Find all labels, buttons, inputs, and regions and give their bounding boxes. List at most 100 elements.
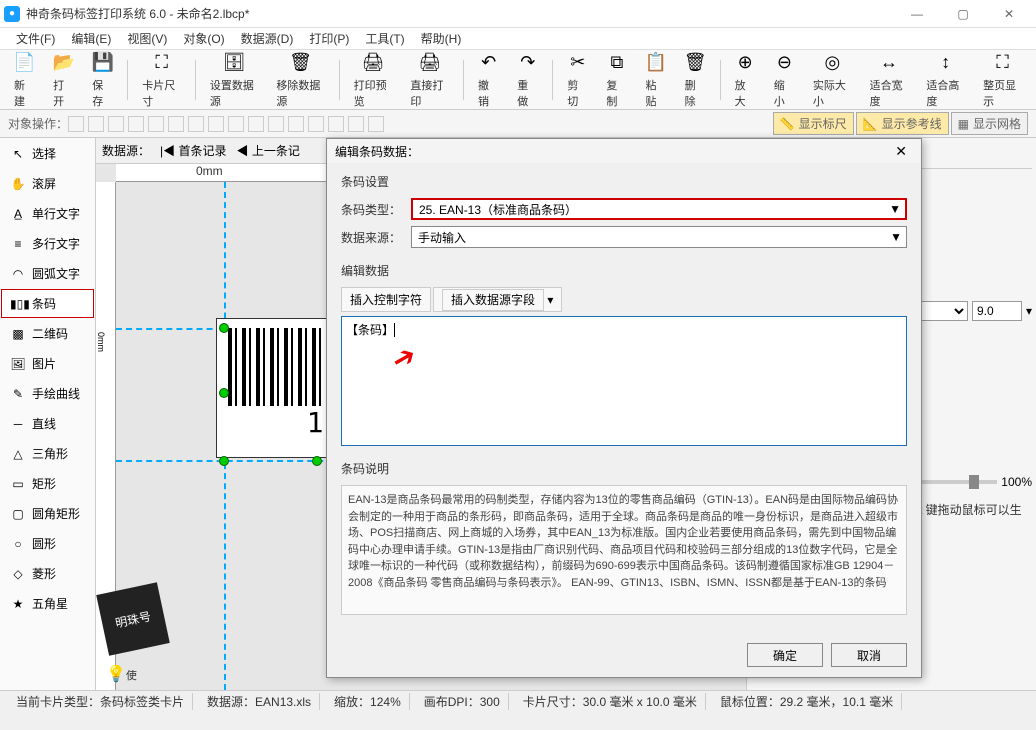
tool-icon: ≡: [10, 237, 26, 251]
toolbar-保存[interactable]: 💾保存: [84, 49, 121, 111]
insert-field-button[interactable]: 插入数据源字段 ▾: [433, 287, 562, 312]
toolbar-icon: ↶: [477, 51, 501, 75]
toggle-显示网格[interactable]: ▦显示网格: [951, 112, 1028, 135]
ok-button[interactable]: 确定: [747, 643, 823, 667]
tool-icon: △: [10, 447, 26, 461]
toolbar-放大[interactable]: ⊕放大: [727, 49, 764, 111]
selection-handle[interactable]: [219, 323, 229, 333]
barcode-type-combo[interactable]: 25. EAN-13（标准商品条码）▼: [411, 198, 907, 220]
close-button[interactable]: ✕: [986, 0, 1032, 28]
tip-bulb-icon[interactable]: 💡使: [106, 664, 137, 684]
toolbar-卡片尺寸[interactable]: ⛶卡片尺寸: [134, 49, 189, 111]
toolbar-设置数据源[interactable]: 🗄设置数据源: [202, 49, 266, 111]
toggle-icon: ▦: [958, 117, 969, 131]
toolbar-删除[interactable]: 🗑删除: [677, 49, 714, 111]
tool-圆角矩形[interactable]: ▢圆角矩形: [1, 499, 94, 528]
tool-icon: ◇: [10, 567, 26, 581]
tool-icon: ▩: [10, 327, 26, 341]
insert-control-char-button[interactable]: 插入控制字符: [341, 287, 431, 312]
tool-圆形[interactable]: ○圆形: [1, 529, 94, 558]
toolbar-复制[interactable]: ⧉复制: [598, 49, 635, 111]
toolbar-打开[interactable]: 📂打开: [45, 49, 82, 111]
toolbar-整页显示[interactable]: ⛶整页显示: [975, 49, 1030, 111]
toolbar-新建[interactable]: 📄新建: [6, 49, 43, 111]
toolbar-重做[interactable]: ↷重做: [509, 49, 546, 111]
toolbar-icon: ◎: [820, 51, 844, 75]
tool-icon: ✋: [10, 177, 26, 191]
group-edit-data: 编辑数据: [341, 262, 907, 279]
edit-barcode-dialog: 编辑条码数据： ✕ 条码设置 条码类型： 25. EAN-13（标准商品条码）▼…: [326, 138, 922, 678]
cancel-button[interactable]: 取消: [831, 643, 907, 667]
tool-直线[interactable]: ─直线: [1, 409, 94, 438]
first-record-button[interactable]: |◀ 首条记录: [160, 142, 226, 159]
toolbar-撤销[interactable]: ↶撤销: [470, 49, 507, 111]
tool-icon: ○: [10, 537, 26, 551]
status-bar: 当前卡片类型：条码标签类卡片 数据源：EAN13.xls 缩放：124% 画布D…: [0, 690, 1036, 712]
selection-handle[interactable]: [312, 456, 322, 466]
dialog-close-button[interactable]: ✕: [889, 143, 913, 160]
menu-item[interactable]: 工具(T): [357, 28, 412, 49]
toolbar-打印预览[interactable]: 🖨打印预览: [346, 49, 401, 111]
window-title: 神奇条码标签打印系统 6.0 - 未命名2.lbcp*: [26, 5, 894, 22]
tool-滚屏[interactable]: ✋滚屏: [1, 169, 94, 198]
font-size-input[interactable]: [972, 301, 1022, 321]
toolbar-icon: ⧉: [605, 51, 629, 75]
toolbar-适合高度[interactable]: ↕适合高度: [918, 49, 973, 111]
tool-tray: ↖选择✋滚屏A̲单行文字≡多行文字◠圆弧文字▮▯▮条码▩二维码🖼图片✎手绘曲线─…: [0, 138, 96, 690]
prev-record-button[interactable]: ◀ 上一条记: [236, 142, 299, 159]
toolbar-icon: 🖨: [418, 51, 442, 75]
status-card-type: 当前卡片类型：条码标签类卡片: [8, 693, 193, 710]
minimize-button[interactable]: —: [894, 0, 940, 28]
title-bar: ● 神奇条码标签打印系统 6.0 - 未命名2.lbcp* — ▢ ✕: [0, 0, 1036, 28]
selection-handle[interactable]: [219, 456, 229, 466]
tool-选择[interactable]: ↖选择: [1, 139, 94, 168]
toggle-显示标尺[interactable]: 📏显示标尺: [773, 112, 854, 135]
tool-单行文字[interactable]: A̲单行文字: [1, 199, 94, 228]
menu-item[interactable]: 对象(O): [175, 28, 232, 49]
tool-icon: ↖: [10, 147, 26, 161]
status-datasource: 数据源：EAN13.xls: [199, 693, 320, 710]
barcode-type-label: 条码类型：: [341, 201, 411, 218]
toolbar-移除数据源[interactable]: 🗑移除数据源: [268, 49, 332, 111]
toolbar-剪切[interactable]: ✂剪切: [559, 49, 596, 111]
tool-手绘曲线[interactable]: ✎手绘曲线: [1, 379, 94, 408]
tool-图片[interactable]: 🖼图片: [1, 349, 94, 378]
tool-五角星[interactable]: ★五角星: [1, 589, 94, 618]
menu-item[interactable]: 文件(F): [8, 28, 63, 49]
tool-二维码[interactable]: ▩二维码: [1, 319, 94, 348]
toolbar-icon: ↔: [877, 51, 901, 75]
menu-item[interactable]: 帮助(H): [413, 28, 470, 49]
tool-三角形[interactable]: △三角形: [1, 439, 94, 468]
tool-矩形[interactable]: ▭矩形: [1, 469, 94, 498]
toggle-显示参考线[interactable]: 📐显示参考线: [856, 112, 949, 135]
tool-圆弧文字[interactable]: ◠圆弧文字: [1, 259, 94, 288]
menu-bar: 文件(F)编辑(E)视图(V)对象(O)数据源(D)打印(P)工具(T)帮助(H…: [0, 28, 1036, 50]
toolbar-icon: ⊕: [733, 51, 757, 75]
data-source-combo[interactable]: 手动输入▼: [411, 226, 907, 248]
status-dpi: 画布DPI：300: [416, 693, 509, 710]
toolbar-icon: 💾: [91, 51, 115, 75]
tool-菱形[interactable]: ◇菱形: [1, 559, 94, 588]
toolbar-直接打印[interactable]: 🖨直接打印: [402, 49, 457, 111]
object-ops-label: 对象操作：: [8, 115, 68, 132]
menu-item[interactable]: 打印(P): [301, 28, 357, 49]
menu-item[interactable]: 数据源(D): [233, 28, 302, 49]
tool-icon: ▮▯▮: [10, 297, 26, 311]
toolbar-icon: 📄: [13, 51, 37, 75]
tool-条码[interactable]: ▮▯▮条码: [1, 289, 94, 318]
toolbar-适合宽度[interactable]: ↔适合宽度: [862, 49, 917, 111]
dialog-titlebar[interactable]: 编辑条码数据： ✕: [327, 139, 921, 163]
toolbar-缩小[interactable]: ⊖缩小: [766, 49, 803, 111]
selection-handle[interactable]: [219, 388, 229, 398]
tool-多行文字[interactable]: ≡多行文字: [1, 229, 94, 258]
toolbar-粘贴[interactable]: 📋粘贴: [637, 49, 674, 111]
toolbar-icon: 🖨: [361, 51, 385, 75]
status-size: 卡片尺寸：30.0 毫米 x 10.0 毫米: [515, 693, 706, 710]
toolbar-icon: ⊖: [772, 51, 796, 75]
menu-item[interactable]: 视图(V): [119, 28, 175, 49]
maximize-button[interactable]: ▢: [940, 0, 986, 28]
menu-item[interactable]: 编辑(E): [63, 28, 119, 49]
barcode-data-textarea[interactable]: 【条码】 ➔: [341, 316, 907, 446]
tool-icon: ✎: [10, 387, 26, 401]
toolbar-实际大小[interactable]: ◎实际大小: [805, 49, 860, 111]
